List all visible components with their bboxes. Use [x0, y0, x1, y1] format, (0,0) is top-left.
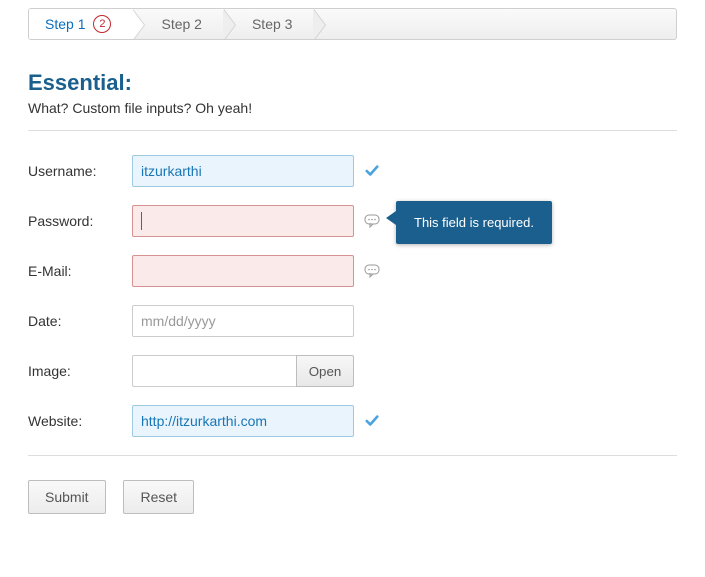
row-image: Image: Open: [28, 355, 677, 387]
label-email: E-Mail:: [28, 263, 132, 279]
file-open-button[interactable]: Open: [296, 355, 354, 387]
form-actions: Submit Reset: [28, 480, 677, 514]
speech-bubble-icon: [364, 213, 380, 229]
section-subtitle: What? Custom file inputs? Oh yeah!: [28, 100, 677, 116]
label-website: Website:: [28, 413, 132, 429]
label-date: Date:: [28, 313, 132, 329]
email-input[interactable]: [132, 255, 354, 287]
file-path-display[interactable]: [132, 355, 296, 387]
row-password: Password: This field is required.: [28, 205, 677, 237]
reset-button[interactable]: Reset: [123, 480, 194, 514]
wizard-step-2[interactable]: Step 2: [133, 9, 223, 39]
row-website: Website:: [28, 405, 677, 437]
section-title: Essential:: [28, 70, 677, 96]
wizard-step-2-label: Step 2: [161, 16, 201, 32]
submit-button[interactable]: Submit: [28, 480, 106, 514]
wizard-steps: Step 1 2 Step 2 Step 3: [28, 8, 677, 40]
tooltip-required: This field is required.: [396, 201, 552, 244]
file-input-group: Open: [132, 355, 354, 387]
wizard-step-3-label: Step 3: [252, 16, 292, 32]
divider: [28, 455, 677, 456]
speech-bubble-icon: [364, 263, 380, 279]
divider: [28, 130, 677, 131]
username-input[interactable]: [132, 155, 354, 187]
check-icon: [364, 413, 380, 429]
wizard-step-1-label: Step 1: [45, 16, 85, 32]
wizard-step-1-badge: 2: [93, 15, 111, 33]
text-caret: [141, 212, 142, 230]
website-input[interactable]: [132, 405, 354, 437]
password-input[interactable]: [132, 205, 354, 237]
wizard-step-1[interactable]: Step 1 2: [29, 9, 133, 39]
label-password: Password:: [28, 213, 132, 229]
date-input[interactable]: [132, 305, 354, 337]
tooltip-text: This field is required.: [414, 215, 534, 230]
row-username: Username:: [28, 155, 677, 187]
label-username: Username:: [28, 163, 132, 179]
wizard-step-3[interactable]: Step 3: [224, 9, 314, 39]
row-email: E-Mail:: [28, 255, 677, 287]
row-date: Date:: [28, 305, 677, 337]
label-image: Image:: [28, 363, 132, 379]
check-icon: [364, 163, 380, 179]
